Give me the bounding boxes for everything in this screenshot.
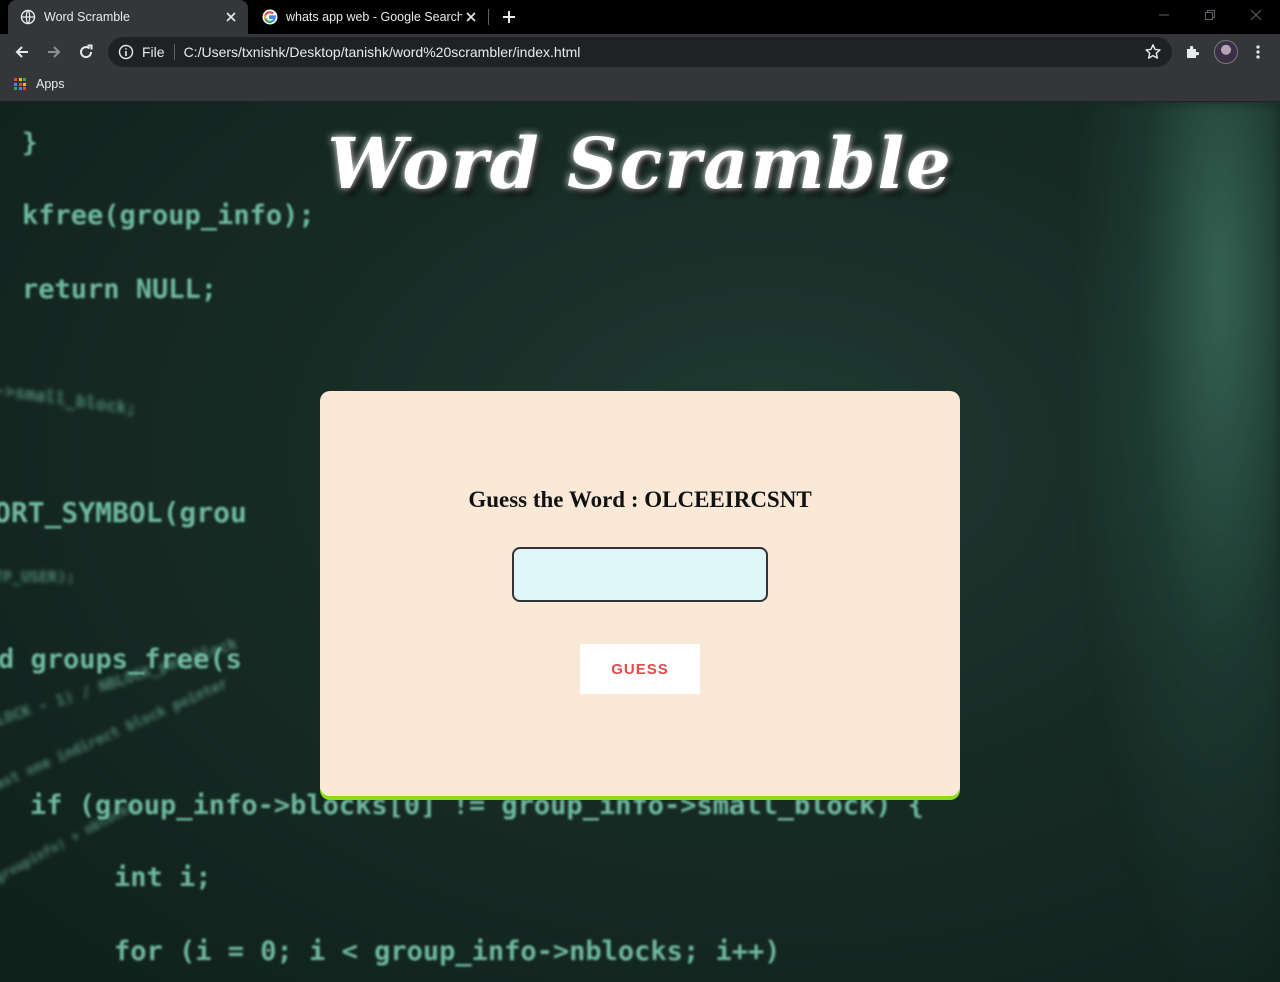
apps-grid-icon — [14, 78, 26, 90]
menu-button[interactable] — [1246, 40, 1270, 64]
globe-icon — [20, 9, 36, 25]
bg-code-line: int i; — [114, 862, 212, 893]
close-window-button[interactable] — [1233, 0, 1279, 30]
reload-icon — [80, 44, 93, 59]
address-divider — [173, 44, 175, 60]
profile-avatar[interactable] — [1214, 40, 1238, 64]
extensions-button[interactable] — [1181, 40, 1205, 64]
info-icon[interactable] — [118, 44, 134, 60]
tab-word-scramble[interactable]: Word Scramble — [8, 0, 248, 34]
tab-title: Word Scramble — [44, 10, 130, 24]
back-button[interactable] — [9, 39, 35, 65]
close-icon — [1250, 9, 1262, 21]
minimize-button[interactable] — [1141, 0, 1187, 30]
tab-google-search[interactable]: whats app web - Google Search — [250, 0, 488, 34]
game-card: Guess the Word : OLCEEIRCSNT GUESS — [320, 391, 960, 796]
bg-code-line: TP_USER); — [0, 568, 76, 586]
scrambled-word-prompt: Guess the Word : OLCEEIRCSNT — [468, 487, 812, 512]
browser-tab-strip: Word Scramble whats app web - Google Sea… — [0, 0, 1280, 34]
bookmark-label: Apps — [36, 77, 65, 91]
tab-divider — [488, 9, 489, 25]
reload-button[interactable] — [73, 39, 99, 65]
restore-icon — [1205, 10, 1215, 20]
minimize-icon — [1159, 14, 1169, 16]
url-text[interactable]: C:/Users/txnishk/Desktop/tanishk/word%20… — [184, 44, 1144, 60]
bookmarks-bar: Apps — [0, 70, 1280, 102]
tab-title: whats app web - Google Search — [286, 10, 463, 24]
bookmark-apps[interactable]: Apps — [14, 77, 65, 91]
bg-code-line: ast one indirect block pointer — [0, 675, 231, 794]
plus-icon — [503, 11, 515, 23]
bg-code-line: for (i = 0; i < group_info->nblocks; i++… — [114, 936, 781, 967]
arrow-left-icon — [15, 46, 28, 58]
close-tab-icon[interactable] — [222, 8, 240, 26]
arrow-right-icon — [48, 46, 61, 58]
close-tab-icon[interactable] — [462, 8, 480, 26]
bg-code-line: return NULL; — [22, 274, 218, 305]
forward-button[interactable] — [41, 39, 67, 65]
guess-button[interactable]: GUESS — [580, 644, 700, 694]
new-tab-button[interactable] — [498, 6, 520, 28]
restore-button[interactable] — [1187, 0, 1233, 30]
bg-code-line: ORT_SYMBOL(grou — [0, 496, 247, 529]
google-icon — [262, 9, 278, 25]
scheme-label: File — [142, 44, 165, 60]
kebab-menu-icon — [1256, 45, 1260, 59]
bg-code-glow — [1080, 102, 1280, 982]
bg-code-line: ->small_block; — [0, 380, 138, 420]
puzzle-icon — [1187, 45, 1200, 58]
browser-toolbar: File C:/Users/txnishk/Desktop/tanishk/wo… — [0, 34, 1280, 70]
page-title: Word Scramble — [327, 122, 953, 205]
star-icon[interactable] — [1144, 43, 1162, 61]
page-viewport: } kfree(group_info); return NULL; ->smal… — [0, 102, 1280, 982]
address-bar[interactable]: File C:/Users/txnishk/Desktop/tanishk/wo… — [108, 37, 1172, 67]
guess-input[interactable] — [512, 547, 768, 602]
